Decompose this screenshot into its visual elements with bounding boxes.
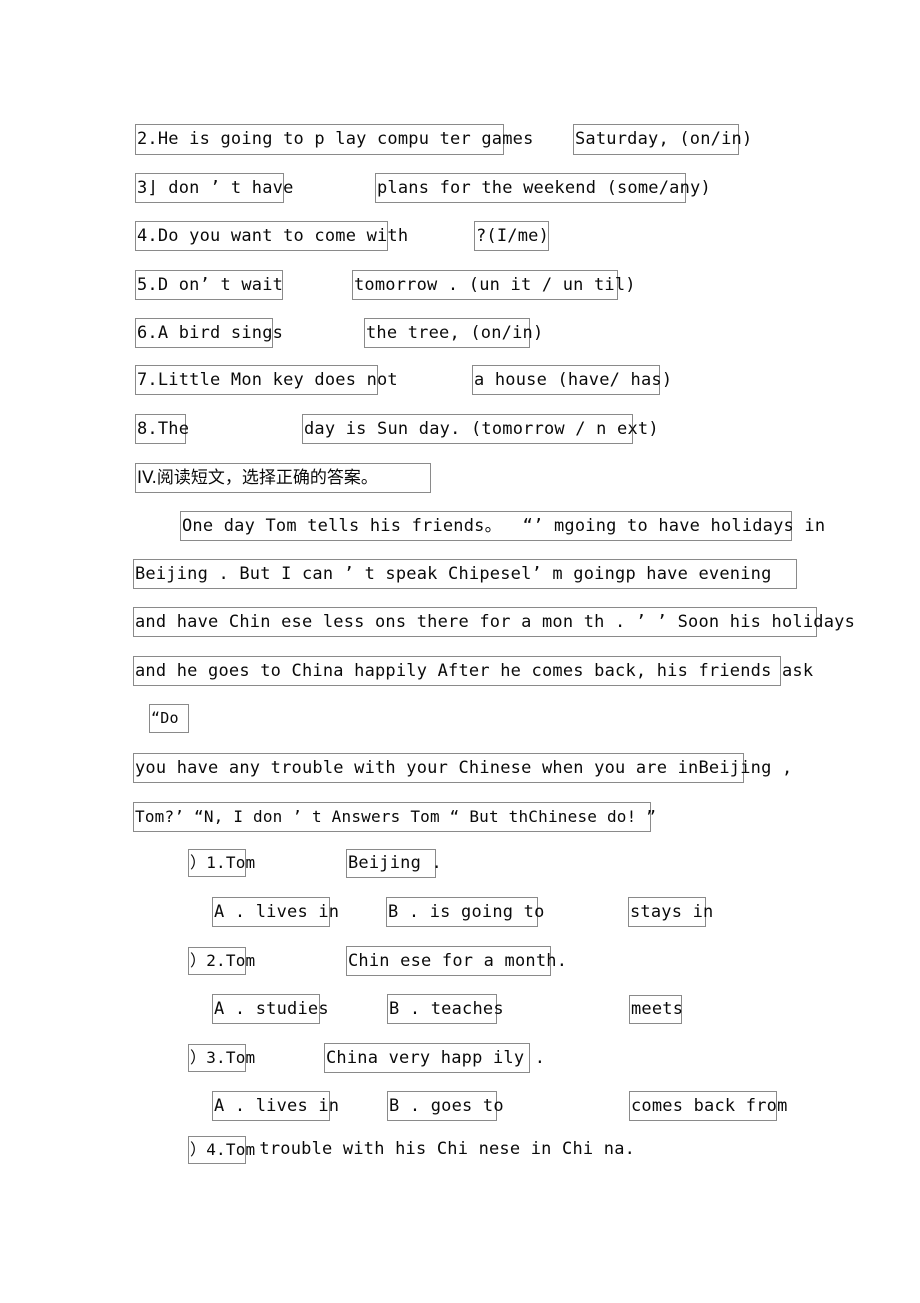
- passage-line-6: you have any trouble with your Chinese w…: [133, 753, 792, 783]
- mc-stem-mc1: Beijing .: [346, 849, 442, 878]
- mc-stem-mc2: Chin ese for a month.: [346, 946, 567, 976]
- question-stem-q7: 7.Little Mon key does not: [135, 365, 398, 395]
- mc-option-mc2-3: meets: [629, 995, 683, 1024]
- question-stem-q8: 8.The: [135, 414, 189, 444]
- mc-stem-mc3: China very happ ily .: [324, 1043, 545, 1073]
- question-stem-q5: 5.D on’ t wait: [135, 270, 283, 300]
- question-choices-q7: a house (have/ has): [472, 365, 672, 395]
- mc-option-mc3-2: B . goes to: [387, 1091, 504, 1121]
- passage-line-7: Tom?’ “N, I don ’ t Answers Tom “ But th…: [133, 802, 656, 832]
- passage-line-3: and have Chin ese less ons there for a m…: [133, 607, 855, 637]
- question-choices-q3: plans for the weekend (some/any): [375, 173, 711, 203]
- passage-line-2: Beijing . But I can ’ t speak Chipesel’ …: [133, 559, 797, 589]
- mc-option-mc2-2: B . teaches: [387, 994, 504, 1024]
- question-stem-q6: 6.A bird sings: [135, 318, 283, 348]
- worksheet-page: 2.He is going to p lay compu ter games Sa…: [0, 0, 920, 1303]
- mc-option-mc1-3: stays in: [628, 897, 713, 927]
- mc-number-mc1: ）1.Tom: [188, 849, 255, 877]
- question-stem-q2: 2.He is going to p lay compu ter games: [135, 124, 533, 155]
- passage-line-4: and he goes to China happily After he co…: [133, 656, 813, 686]
- section-heading: IV.阅读短文，选择正确的答案。: [135, 463, 431, 493]
- mc-number-mc2: ）2.Tom: [188, 947, 255, 975]
- question-choices-q5: tomorrow . (un it / un til): [352, 270, 636, 300]
- question-choices-q6: the tree, (on/in): [364, 318, 543, 348]
- question-choices-q4: ?(I/me): [474, 221, 549, 251]
- passage-line-1: One day Tom tells his friends。 “’ mgoing…: [180, 511, 825, 541]
- mc-number-mc3: ）3.Tom: [188, 1044, 255, 1072]
- mc-number-mc4: ）4.Tom: [188, 1136, 255, 1164]
- mc-option-mc3-1: A . lives in: [212, 1091, 339, 1121]
- mc-option-mc2-1: A . studies: [212, 994, 329, 1024]
- mc-stem-mc4: trouble with his Chi nese in Chi na.: [249, 1139, 636, 1159]
- mc-option-mc3-3: comes back from: [629, 1091, 787, 1121]
- question-stem-q4: 4.Do you want to come with: [135, 221, 408, 251]
- mc-option-mc1-1: A . lives in: [212, 897, 339, 927]
- question-stem-q3: 3⌋ don ’ t have: [135, 173, 293, 203]
- question-choices-q8: day is Sun day. (tomorrow / n ext): [302, 414, 659, 444]
- question-choices-q2: Saturday, (on/in): [573, 124, 752, 155]
- passage-line-5: “Do: [149, 704, 189, 733]
- mc-option-mc1-2: B . is going to: [386, 897, 544, 927]
